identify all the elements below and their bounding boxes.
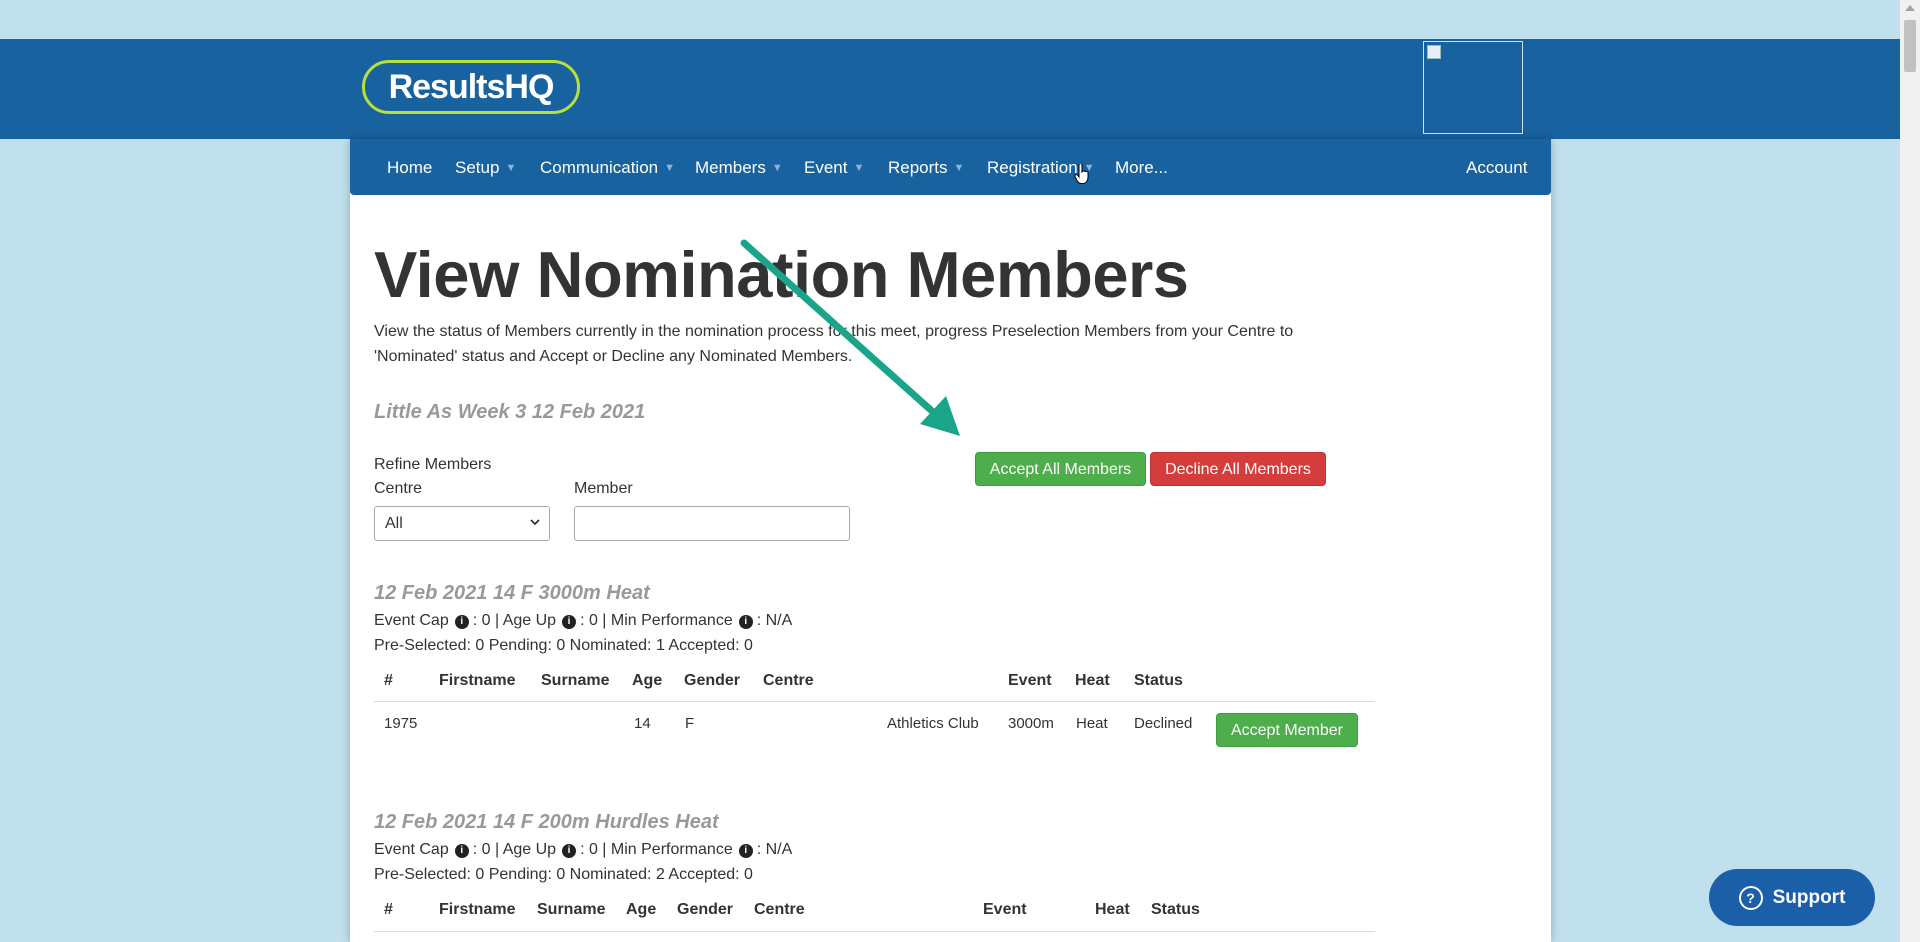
- scroll-up-icon[interactable]: [1905, 5, 1915, 11]
- support-label: Support: [1772, 886, 1846, 908]
- help-icon: ?: [1738, 885, 1763, 910]
- scrollbar-thumb[interactable]: [1904, 20, 1916, 72]
- support-button[interactable]: ? Support: [1709, 869, 1875, 926]
- annotation-arrow-icon: [740, 239, 960, 436]
- page-scrollbar[interactable]: [1900, 0, 1920, 942]
